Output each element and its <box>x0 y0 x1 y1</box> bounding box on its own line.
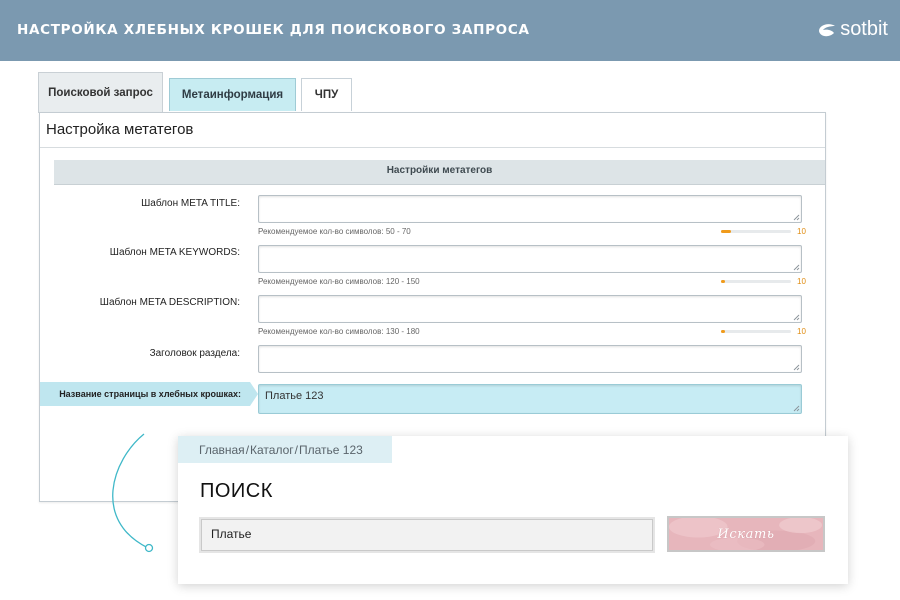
resize-grip-icon[interactable] <box>793 364 800 371</box>
panel-title: Настройка метатегов <box>46 121 194 138</box>
resize-grip-icon[interactable] <box>793 405 800 412</box>
search-input[interactable]: Платье <box>199 517 655 553</box>
meta-keywords-meter-fill <box>721 280 726 283</box>
search-button[interactable]: Искать <box>667 516 825 552</box>
tab-meta-info[interactable]: Метаинформация <box>169 78 296 111</box>
meta-title-hint: Рекомендуемое кол-во символов: 50 - 70 <box>258 227 411 236</box>
breadcrumb-catalog[interactable]: Каталог <box>250 443 294 457</box>
resize-grip-icon[interactable] <box>793 214 800 221</box>
breadcrumb-separator: / <box>294 442 298 457</box>
meta-description-field[interactable] <box>258 295 802 323</box>
meta-title-meter-fill <box>721 230 731 233</box>
meta-keywords-field[interactable] <box>258 245 802 273</box>
meta-description-meter-fill <box>721 330 726 333</box>
meta-keywords-hint: Рекомендуемое кол-во символов: 120 - 150 <box>258 277 420 286</box>
page-title: ПОИСК <box>200 480 273 502</box>
meta-description-count: 10 <box>797 327 806 336</box>
tab-search-query[interactable]: Поисковой запрос <box>38 72 163 113</box>
breadcrumb-label-arrow <box>250 382 258 406</box>
breadcrumb-current: Платье 123 <box>299 442 363 457</box>
meta-title-label: Шаблон META TITLE: <box>141 198 240 209</box>
breadcrumb-home[interactable]: Главная <box>199 443 245 457</box>
panel-header: Настройка метатегов <box>40 113 825 148</box>
meta-title-field[interactable] <box>258 195 802 223</box>
meta-description-label: Шаблон META DESCRIPTION: <box>99 297 240 308</box>
brand-logo: sotbit <box>817 18 888 41</box>
meta-title-count: 10 <box>797 227 806 236</box>
brand-name: sotbit <box>840 18 888 40</box>
meta-keywords-label: Шаблон META KEYWORDS: <box>109 247 240 258</box>
tab-chpu[interactable]: ЧПУ <box>301 78 352 111</box>
sotbit-logo-icon <box>819 23 836 36</box>
breadcrumb-name-field[interactable]: Платье 123 <box>258 384 802 414</box>
meta-description-hint: Рекомендуемое кол-во символов: 130 - 180 <box>258 327 420 336</box>
search-button-label: Искать <box>717 526 775 542</box>
resize-grip-icon[interactable] <box>793 314 800 321</box>
resize-grip-icon[interactable] <box>793 264 800 271</box>
breadcrumb-separator: / <box>245 442 250 457</box>
section-heading-field[interactable] <box>258 345 802 373</box>
header-banner: НАСТРОЙКА ХЛЕБНЫХ КРОШЕК ДЛЯ ПОИСКОВОГО … <box>0 0 900 61</box>
banner-title: НАСТРОЙКА ХЛЕБНЫХ КРОШЕК ДЛЯ ПОИСКОВОГО … <box>17 22 530 38</box>
meta-keywords-count: 10 <box>797 277 806 286</box>
breadcrumb-name-label: Название страницы в хлебных крошках: <box>59 389 241 399</box>
breadcrumb: Главная / Каталог / Платье 123 <box>178 436 392 463</box>
meta-description-meter <box>721 330 791 333</box>
section-header: Настройки метатегов <box>54 160 825 185</box>
meta-keywords-meter <box>721 280 791 283</box>
search-preview-card: Главная / Каталог / Платье 123 ПОИСК Пла… <box>178 436 848 584</box>
section-heading-label: Заголовок раздела: <box>149 348 240 359</box>
section-title: Настройки метатегов <box>386 165 493 176</box>
meta-title-meter <box>721 230 791 233</box>
